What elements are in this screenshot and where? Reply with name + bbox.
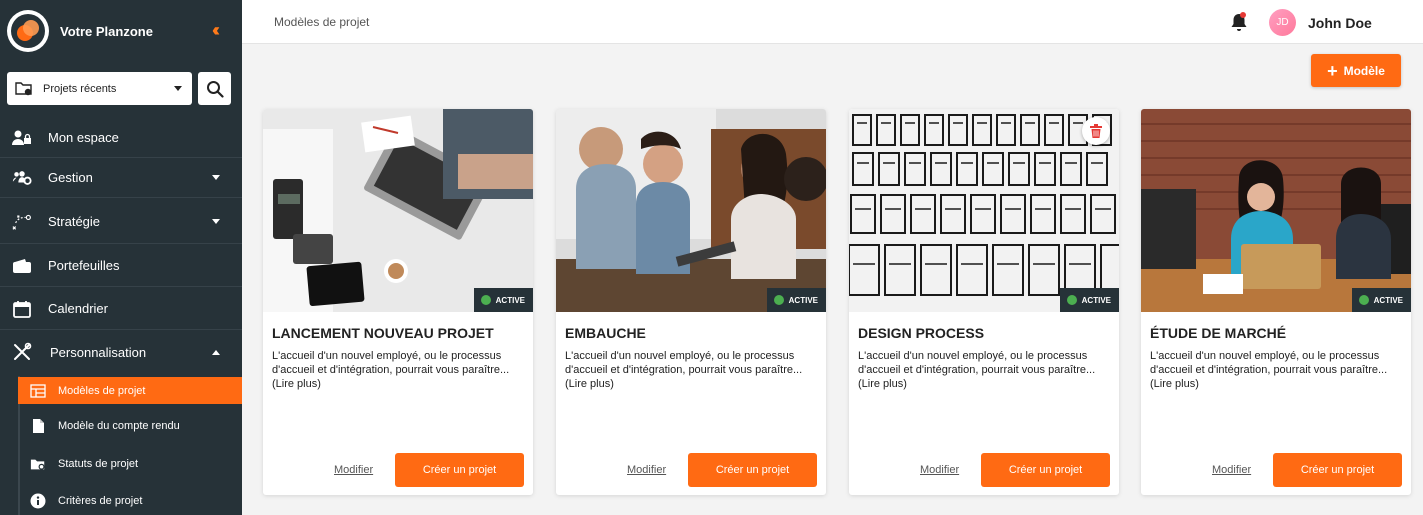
read-more-link[interactable]: (Lire plus) — [858, 378, 907, 390]
user-lock-icon — [12, 128, 32, 148]
brand-name: Votre Planzone — [60, 24, 153, 39]
recent-projects-select[interactable]: Projets récents — [7, 72, 192, 105]
avatar[interactable]: JD — [1269, 9, 1296, 36]
card-image-wireframes: ACTIVE — [849, 109, 1119, 312]
info-icon — [30, 493, 46, 509]
plus-icon: + — [1327, 60, 1338, 81]
description-text: L'accueil d'un nouvel employé, ou le pro… — [272, 350, 510, 376]
template-card: ACTIVE ÉTUDE DE MARCHÉ L'accueil d'un no… — [1141, 109, 1411, 495]
chevron-down-icon — [212, 175, 220, 180]
add-template-button[interactable]: + Modèle — [1311, 54, 1401, 87]
status-label: ACTIVE — [1081, 295, 1111, 305]
card-title: LANCEMENT NOUVEAU PROJET — [272, 325, 494, 341]
nav-label: Calendrier — [48, 301, 108, 316]
create-project-button[interactable]: Créer un projet — [395, 453, 524, 487]
description-text: L'accueil d'un nouvel employé, ou le pro… — [565, 350, 803, 376]
card-description: L'accueil d'un nouvel employé, ou le pro… — [565, 349, 820, 391]
description-text: L'accueil d'un nouvel employé, ou le pro… — [1150, 350, 1388, 376]
chevron-up-icon — [212, 349, 220, 355]
subitem-label: Modèle du compte rendu — [58, 420, 180, 432]
subitem-modele-compte-rendu[interactable]: Modèle du compte rendu — [18, 408, 242, 444]
collapse-sidebar-icon[interactable]: ‹‹ — [212, 20, 220, 41]
card-title: EMBAUCHE — [565, 325, 646, 341]
document-icon — [30, 418, 46, 434]
subitem-label: Critères de projet — [58, 495, 143, 507]
calendar-icon — [12, 299, 32, 319]
status-label: ACTIVE — [495, 295, 525, 305]
card-title: DESIGN PROCESS — [858, 325, 985, 341]
chevron-down-icon — [174, 86, 182, 91]
sidebar: Votre Planzone ‹‹ Projets récents Mon es… — [0, 0, 242, 515]
status-dot-icon — [480, 295, 491, 305]
create-project-button[interactable]: Créer un projet — [688, 453, 817, 487]
notification-dot — [1240, 12, 1246, 18]
nav-item-personnalisation[interactable]: Personnalisation — [0, 330, 242, 374]
create-project-button[interactable]: Créer un projet — [981, 453, 1110, 487]
nav-item-mon-espace[interactable]: Mon espace — [0, 118, 242, 158]
nav-item-strategie[interactable]: Stratégie — [0, 200, 242, 244]
trash-icon — [1090, 124, 1102, 138]
search-button[interactable] — [198, 72, 231, 105]
strategy-icon — [12, 212, 32, 232]
delete-template-button[interactable] — [1082, 117, 1110, 145]
card-image-laptop-desk: ACTIVE — [263, 109, 533, 312]
topbar: Modèles de projet JD John Doe — [242, 0, 1423, 44]
nav-label: Portefeuilles — [48, 258, 120, 273]
users-gear-icon — [12, 168, 32, 188]
subitem-criteres-de-projet[interactable]: Critères de projet — [18, 483, 242, 515]
page-title: Modèles de projet — [274, 15, 370, 29]
brand: Votre Planzone ‹‹ — [0, 0, 242, 64]
folder-gear-icon — [30, 456, 46, 472]
chevron-down-icon — [212, 219, 220, 224]
description-text: L'accueil d'un nouvel employé, ou le pro… — [858, 350, 1096, 376]
card-description: L'accueil d'un nouvel employé, ou le pro… — [858, 349, 1113, 391]
tools-icon — [12, 342, 32, 362]
subitem-label: Statuts de projet — [58, 458, 139, 470]
subitem-statuts-de-projet[interactable]: Statuts de projet — [18, 446, 242, 482]
edit-link[interactable]: Modifier — [1212, 464, 1251, 476]
nav-label: Personnalisation — [50, 344, 147, 360]
subitem-modeles-de-projet[interactable]: Modèles de projet — [18, 377, 242, 404]
edit-link[interactable]: Modifier — [627, 464, 666, 476]
nav-label: Mon espace — [48, 130, 119, 145]
status-label: ACTIVE — [1373, 295, 1403, 305]
card-description: L'accueil d'un nouvel employé, ou le pro… — [272, 349, 527, 391]
nav-label: Stratégie — [48, 214, 101, 229]
status-badge: ACTIVE — [766, 288, 826, 312]
status-label: ACTIVE — [788, 295, 818, 305]
read-more-link[interactable]: (Lire plus) — [1150, 378, 1199, 390]
nav-item-portefeuilles[interactable]: Portefeuilles — [0, 245, 242, 287]
status-dot-icon — [773, 295, 784, 305]
nav-label: Gestion — [48, 170, 93, 185]
create-project-button[interactable]: Créer un projet — [1273, 453, 1402, 487]
status-badge: ACTIVE — [473, 288, 533, 312]
user-name[interactable]: John Doe — [1308, 15, 1372, 31]
edit-link[interactable]: Modifier — [920, 464, 959, 476]
read-more-link[interactable]: (Lire plus) — [272, 378, 321, 390]
search-icon — [206, 80, 224, 98]
card-title: ÉTUDE DE MARCHÉ — [1150, 325, 1287, 341]
table-layout-icon — [30, 383, 46, 399]
subitem-label: Modèles de projet — [58, 384, 146, 397]
status-dot-icon — [1358, 295, 1369, 305]
recent-projects-label: Projets récents — [43, 82, 117, 95]
planzone-logo-icon[interactable] — [7, 10, 49, 52]
nav-item-calendrier[interactable]: Calendrier — [0, 288, 242, 330]
card-description: L'accueil d'un nouvel employé, ou le pro… — [1150, 349, 1405, 391]
read-more-link[interactable]: (Lire plus) — [565, 378, 614, 390]
status-badge: ACTIVE — [1059, 288, 1119, 312]
template-card: ACTIVE LANCEMENT NOUVEAU PROJET L'accuei… — [263, 109, 533, 495]
status-dot-icon — [1066, 295, 1077, 305]
template-card: ACTIVE EMBAUCHE L'accueil d'un nouvel em… — [556, 109, 826, 495]
wallet-icon — [12, 256, 32, 276]
card-image-team-meeting: ACTIVE — [556, 109, 826, 312]
status-badge: ACTIVE — [1351, 288, 1411, 312]
folder-clock-icon — [15, 81, 33, 97]
add-template-label: Modèle — [1343, 63, 1385, 78]
template-card: ACTIVE DESIGN PROCESS L'accueil d'un nou… — [849, 109, 1119, 495]
card-image-market-study: ACTIVE — [1141, 109, 1411, 312]
edit-link[interactable]: Modifier — [334, 464, 373, 476]
nav-item-gestion[interactable]: Gestion — [0, 158, 242, 198]
